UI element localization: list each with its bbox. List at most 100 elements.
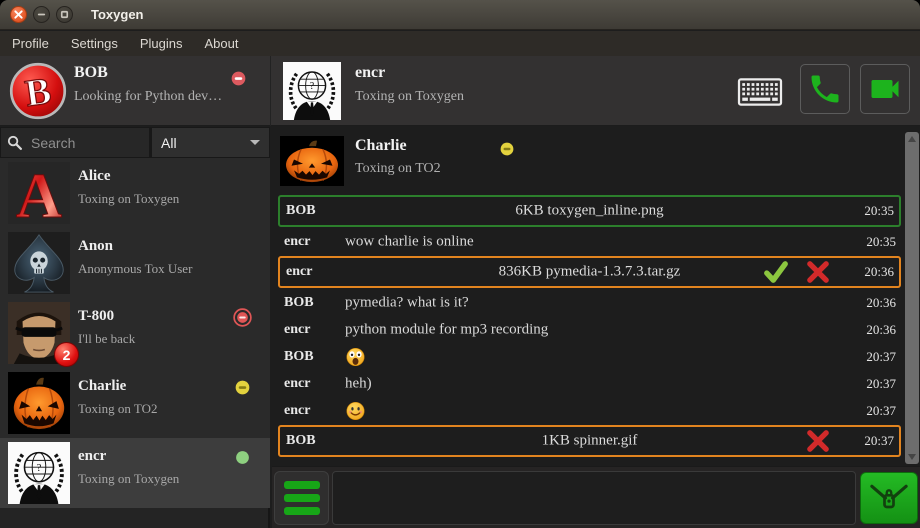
- send-button[interactable]: [860, 472, 918, 524]
- search-input[interactable]: [29, 134, 144, 152]
- contact-avatar: [8, 372, 70, 434]
- composer-bar: [272, 466, 920, 528]
- peer-status-message: Toxing on TO2: [355, 161, 441, 177]
- message-sender: BOB: [284, 349, 314, 365]
- window-title: Toxygen: [91, 7, 144, 22]
- message-row: encr20:37: [278, 398, 901, 424]
- send-lock-icon: [867, 480, 911, 516]
- self-name: BOB: [74, 64, 108, 82]
- menu-settings[interactable]: Settings: [71, 36, 118, 51]
- contact-avatar: [8, 162, 70, 224]
- peer-away-status-icon: [500, 142, 514, 156]
- menu-profile[interactable]: Profile: [12, 36, 49, 51]
- peer-avatar: [280, 136, 344, 186]
- close-icon: [13, 9, 24, 20]
- self-avatar: [9, 62, 67, 120]
- contact-name: Charlie: [78, 378, 126, 395]
- contact-avatar: [8, 232, 70, 294]
- chat-menu-button[interactable]: [274, 471, 329, 525]
- file-actions: [761, 259, 833, 285]
- message-text: wow charlie is online: [345, 234, 474, 251]
- message-sender: BOB: [284, 295, 314, 311]
- file-transfer-row: BOB1KB spinner.gif20:37: [278, 425, 901, 457]
- maximize-button[interactable]: [56, 6, 73, 23]
- message-row: encr wow charlie is online 20:35: [278, 229, 901, 255]
- maximize-icon: [59, 9, 70, 20]
- message-time: 20:35: [866, 234, 896, 250]
- contact-status-icon: [235, 380, 250, 395]
- contact-list: Alice Toxing on Toxygen Anon Anonymous T…: [0, 158, 270, 508]
- message-time: 20:37: [866, 403, 896, 419]
- smile-smiley-icon: [345, 401, 366, 422]
- contact-list-item[interactable]: Anon Anonymous Tox User: [0, 228, 270, 298]
- message-time: 20:35: [864, 203, 894, 219]
- scroll-down-arrow-icon[interactable]: [908, 454, 916, 460]
- message-list: BOB6KB toxygen_inline.png20:35encrwow ch…: [278, 194, 901, 459]
- keyboard-icon[interactable]: [736, 78, 784, 106]
- file-actions: [803, 428, 833, 454]
- contact-avatar: [8, 442, 70, 504]
- contact-list-item[interactable]: Charlie Toxing on TO2: [0, 368, 270, 438]
- contact-name: Alice: [78, 168, 110, 185]
- file-transfer-name: 6KB toxygen_inline.png: [280, 203, 899, 220]
- contacts-sidebar: All Alice Toxing on Toxygen Anon Anonymo…: [0, 127, 270, 528]
- contact-list-item[interactable]: Alice Toxing on Toxygen: [0, 158, 270, 228]
- header: BOB Looking for Python dev… encr Toxing …: [0, 56, 920, 126]
- phone-icon: [807, 71, 843, 107]
- contact-status-icon: [233, 308, 252, 327]
- audio-call-button[interactable]: [800, 64, 850, 114]
- chat-area: Charlie Toxing on TO2 BOB 6KB toxygen_inl…: [272, 127, 920, 528]
- close-button[interactable]: [10, 6, 27, 23]
- self-status-message: Looking for Python dev…: [74, 89, 234, 105]
- message-text: heh): [345, 376, 372, 393]
- chevron-down-icon: [250, 140, 260, 145]
- file-decline-button[interactable]: [803, 428, 833, 454]
- search-row: All: [0, 127, 270, 158]
- main-area: All Alice Toxing on Toxygen Anon Anonymo…: [0, 127, 920, 528]
- video-call-button[interactable]: [860, 64, 910, 114]
- contact-status-message: I'll be back: [78, 331, 135, 347]
- menu-bar: Profile Settings Plugins About: [0, 31, 920, 56]
- message-time: 20:37: [866, 376, 896, 392]
- message-sender: encr: [284, 322, 310, 338]
- contact-list-item[interactable]: encr Toxing on Toxygen: [0, 438, 270, 508]
- active-chat-name: encr: [355, 64, 385, 82]
- title-bar: Toxygen: [0, 0, 920, 30]
- message-time: 20:37: [864, 433, 894, 449]
- message-row: BOBpymedia? what is it?20:36: [278, 290, 901, 316]
- message-sender: encr: [284, 234, 310, 250]
- file-accept-button[interactable]: [761, 259, 791, 285]
- unread-count-badge: 2: [54, 342, 79, 367]
- message-text: python module for mp3 recording: [345, 322, 548, 339]
- message-time: 20:36: [866, 322, 896, 338]
- scroll-up-arrow-icon[interactable]: [908, 136, 916, 142]
- peer-name: Charlie: [355, 137, 407, 155]
- message-text: pymedia? what is it?: [345, 295, 469, 312]
- message-sender: encr: [284, 376, 310, 392]
- file-decline-button[interactable]: [803, 259, 833, 285]
- video-camera-icon: [867, 71, 903, 107]
- message-row: encr heh) 20:37: [278, 371, 901, 397]
- contact-list-item[interactable]: T-800 I'll be back 2: [0, 298, 270, 368]
- search-icon: [6, 134, 23, 151]
- active-chat-status-message: Toxing on Toxygen: [355, 89, 464, 105]
- message-time: 20:36: [864, 264, 894, 280]
- contact-filter-value: All: [161, 135, 177, 151]
- chat-scrollbar[interactable]: [905, 132, 919, 464]
- fearful-smiley-icon: [345, 347, 366, 368]
- contact-status-message: Toxing on Toxygen: [78, 471, 179, 487]
- contact-name: Anon: [78, 238, 113, 255]
- hamburger-icon: [284, 481, 320, 489]
- minimize-button[interactable]: [33, 6, 50, 23]
- message-time: 20:37: [866, 349, 896, 365]
- contact-status-message: Toxing on TO2: [78, 401, 158, 417]
- contact-name: encr: [78, 448, 106, 465]
- message-input[interactable]: [332, 471, 856, 525]
- message-row: BOB 20:37: [278, 344, 901, 370]
- app-window: Toxygen Profile Settings Plugins About B…: [0, 0, 920, 528]
- self-profile[interactable]: BOB Looking for Python dev…: [0, 56, 271, 126]
- file-transfer-row: encr836KB pymedia-1.3.7.3.tar.gz20:36: [278, 256, 901, 288]
- menu-about[interactable]: About: [204, 36, 238, 51]
- contact-filter-dropdown[interactable]: All: [150, 127, 270, 158]
- menu-plugins[interactable]: Plugins: [140, 36, 183, 51]
